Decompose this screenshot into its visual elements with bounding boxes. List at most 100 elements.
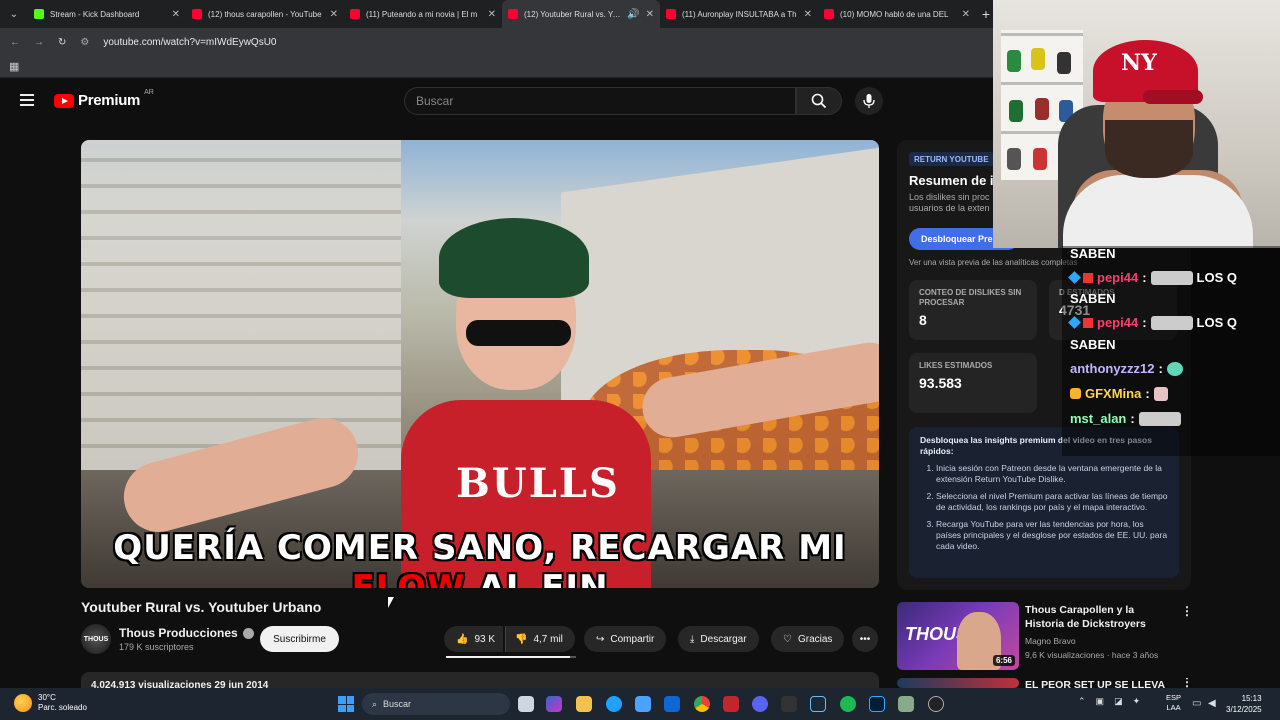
chat-username[interactable]: pepi44 xyxy=(1097,315,1138,330)
thanks-icon: ♡ xyxy=(783,633,792,645)
like-count: 93 K xyxy=(474,633,496,645)
search-button[interactable] xyxy=(796,87,842,115)
more-vert-icon[interactable]: ⋮ xyxy=(1181,604,1193,618)
tray-app-icon[interactable]: ▣ xyxy=(1096,696,1105,707)
discord-icon[interactable] xyxy=(752,696,768,712)
chat-text: SABEN xyxy=(1070,337,1116,352)
browser-tab[interactable]: (11) Puteando a mi novia | El m ✕ xyxy=(344,0,502,28)
webcam-cap-brim xyxy=(1143,90,1203,104)
site-info-icon[interactable]: ⚙ xyxy=(80,37,89,48)
channel-avatar-text: THOUS xyxy=(83,635,109,643)
language-indicator[interactable]: ESP LAA xyxy=(1166,693,1181,713)
app-icon[interactable] xyxy=(898,696,914,712)
download-button[interactable]: ⤓ Descargar xyxy=(678,626,759,652)
show-hidden-icons-icon[interactable]: ⌃ xyxy=(1078,696,1086,707)
subtitle-highlight: FLOW xyxy=(351,568,466,588)
recommendation-thumbnail[interactable] xyxy=(897,678,1019,688)
clock[interactable]: 15:13 3/12/2025 xyxy=(1226,693,1262,715)
chat-username[interactable]: anthonyzzz12 xyxy=(1070,361,1155,376)
preview-analytics-link[interactable]: Ver una vista previa de las analíticas c… xyxy=(909,258,1078,267)
close-icon[interactable]: ✕ xyxy=(646,9,654,20)
voice-search-button[interactable] xyxy=(855,87,883,115)
subscribe-button[interactable]: Suscribirme xyxy=(260,626,339,652)
more-vert-icon[interactable]: ⋮ xyxy=(1181,678,1193,688)
close-icon[interactable]: ✕ xyxy=(962,9,970,20)
video-cap xyxy=(439,218,589,298)
edge-icon[interactable] xyxy=(606,696,622,712)
taskbar-search[interactable]: ⌕ Buscar xyxy=(362,693,510,715)
recommendation-title[interactable]: EL PEOR SET UP SE LLEVA xyxy=(1025,678,1175,688)
channel-name[interactable]: Thous Producciones xyxy=(119,626,254,640)
volume-icon[interactable]: ◀ xyxy=(1208,698,1216,709)
chrome-icon[interactable] xyxy=(694,696,710,712)
obs-icon[interactable] xyxy=(928,696,944,712)
reload-icon[interactable]: ↻ xyxy=(58,37,66,48)
video-duration: 6:56 xyxy=(992,655,1015,666)
steam-icon[interactable] xyxy=(810,696,826,712)
dislike-button[interactable]: 👎 4,7 mil xyxy=(505,626,575,652)
emote-icon xyxy=(1138,411,1181,426)
file-explorer-icon[interactable] xyxy=(576,696,592,712)
browser-tab[interactable]: (10) MOMO habló de una DEL ✕ xyxy=(818,0,976,28)
tab-title: (10) MOMO habló de una DEL xyxy=(840,9,949,19)
network-icon[interactable]: ▭ xyxy=(1192,698,1201,709)
back-arrow-icon[interactable]: ← xyxy=(10,37,20,48)
task-view-icon[interactable] xyxy=(518,696,534,712)
close-icon[interactable]: ✕ xyxy=(804,9,812,20)
menu-icon[interactable] xyxy=(20,94,34,109)
channel-name-text[interactable]: Thous Producciones xyxy=(119,626,238,640)
close-icon[interactable]: ✕ xyxy=(330,9,338,20)
channel-avatar[interactable]: THOUS xyxy=(81,624,111,654)
more-dots-icon: ••• xyxy=(859,633,871,645)
app-icon[interactable] xyxy=(723,696,739,712)
chat-text: SABEN xyxy=(1070,246,1116,261)
url-field[interactable]: youtube.com/watch?v=mIWdEywQsU0 xyxy=(103,37,276,48)
app-icon[interactable] xyxy=(781,696,797,712)
windows-start-icon[interactable] xyxy=(338,696,354,712)
webcam-overlay: NY xyxy=(993,0,1280,248)
more-actions-button[interactable]: ••• xyxy=(852,626,878,652)
spotify-icon[interactable] xyxy=(840,696,856,712)
chat-username[interactable]: mst_alan xyxy=(1070,411,1126,426)
logo-word: Premium xyxy=(78,92,141,109)
tray-app-icon[interactable]: ✦ xyxy=(1133,696,1141,707)
outlook-icon[interactable] xyxy=(664,696,680,712)
browser-tab[interactable]: (11) Auronplay INSULTABA a Th ✕ xyxy=(660,0,818,28)
weather-widget[interactable]: 30°C Parc. soleado xyxy=(14,693,87,713)
browser-tab-active[interactable]: (12) Youtuber Rural vs. Yout 🔊 ✕ xyxy=(502,0,660,28)
search-input[interactable]: Buscar xyxy=(404,87,796,115)
youtube-premium-logo[interactable]: Premium AR xyxy=(54,89,154,109)
video-player[interactable]: BULLS QUERÍA COMER SANO, RECARGAR MI FLO… xyxy=(81,140,879,588)
video-sunglasses xyxy=(466,320,571,346)
chat-username[interactable]: pepi44 xyxy=(1097,270,1138,285)
forward-arrow-icon[interactable]: → xyxy=(34,37,44,48)
apps-grid-icon[interactable]: ▦ xyxy=(9,60,19,73)
microphone-icon xyxy=(863,94,875,108)
close-icon[interactable]: ✕ xyxy=(488,9,496,20)
chat-username[interactable]: GFXMina xyxy=(1085,386,1141,401)
recommendation-thumbnail[interactable]: THOUS 6:56 xyxy=(897,602,1019,670)
video-building xyxy=(81,140,401,470)
browser-tab[interactable]: Stream - Kick Dashboard ✕ xyxy=(28,0,186,28)
share-button[interactable]: ↪ Compartir xyxy=(584,626,667,652)
copilot-icon[interactable] xyxy=(546,696,562,712)
download-icon: ⤓ xyxy=(690,633,695,645)
recommendation-channel[interactable]: Magno Bravo xyxy=(1025,636,1076,646)
like-button[interactable]: 👍 93 K xyxy=(444,626,504,652)
speaker-icon[interactable]: 🔊 xyxy=(627,9,639,20)
browser-tab[interactable]: (12) thous carapollen - YouTube ✕ xyxy=(186,0,344,28)
date: 3/12/2025 xyxy=(1226,705,1262,714)
close-icon[interactable]: ✕ xyxy=(172,9,180,20)
store-icon[interactable] xyxy=(635,696,651,712)
tray-app-icon[interactable]: ◪ xyxy=(1114,696,1123,707)
subscriber-badge-icon xyxy=(1068,316,1081,329)
tab-search-chevron-icon[interactable]: ⌄ xyxy=(0,0,28,28)
recommendation-title[interactable]: Thous Carapollen y la Historia de Dickst… xyxy=(1025,603,1175,631)
country-code: AR xyxy=(144,89,154,96)
photoshop-icon[interactable] xyxy=(869,696,885,712)
thanks-button[interactable]: ♡ Gracias xyxy=(771,626,845,652)
weather-sun-icon xyxy=(14,694,32,712)
youtube-favicon-icon xyxy=(350,9,360,19)
youtube-favicon-icon xyxy=(824,9,834,19)
stat-label: LIKES ESTIMADOS xyxy=(919,361,993,370)
